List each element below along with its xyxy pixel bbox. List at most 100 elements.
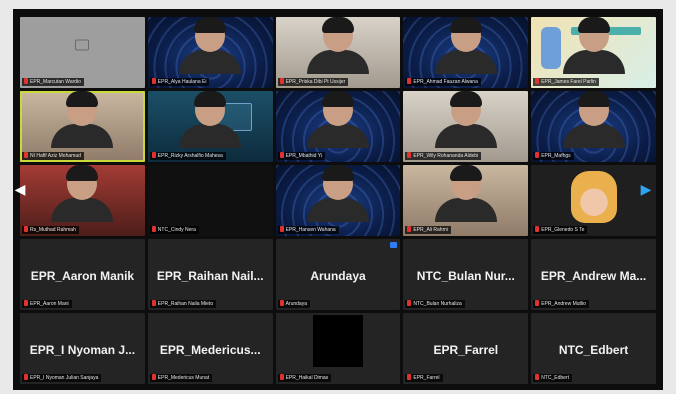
participant-video-figure [51, 165, 114, 222]
participant-tile[interactable]: EPR_Wily Rohananda Aldebi [403, 91, 529, 162]
video-figure-part [434, 124, 497, 148]
participant-tile[interactable]: NTC_Bulan Nur... NTC_Bulan Nurhaliza [403, 239, 529, 310]
participant-nameplate: EPR_James Farel Parlin [533, 78, 599, 86]
video-figure-part [449, 165, 482, 181]
participant-nameplate: EPR_Mafhgs [533, 152, 574, 160]
participant-name-label: EPR_Andrew Mutlio [541, 301, 586, 307]
participant-tile[interactable]: EPR_Haikal Dimas [275, 313, 401, 384]
muted-microphone-icon [407, 300, 412, 306]
participant-tile[interactable]: NTC_Edbert NTC_Edbert [531, 313, 656, 384]
participant-name-label: EPR_James Farel Parlin [541, 79, 596, 85]
profile-picture [570, 171, 617, 223]
video-figure-part [194, 91, 227, 107]
participant-video-figure [306, 17, 369, 74]
muted-microphone-icon [407, 78, 412, 84]
muted-microphone-icon [24, 226, 28, 232]
video-figure-part [179, 124, 242, 148]
muted-microphone-icon [407, 374, 412, 380]
participant-tile[interactable]: Arundaya Arundaya [275, 239, 401, 310]
previous-page-arrow-icon[interactable]: ◀ [14, 178, 26, 200]
video-figure-part [563, 17, 625, 52]
participant-name-label: EPR_Priska Dibi Pt Ussijer [285, 79, 346, 85]
video-figure-part [321, 17, 354, 33]
participant-tile[interactable]: EPR_Aaron Manik EPR_Aaron Mani [20, 239, 145, 310]
video-figure-part [66, 91, 99, 107]
participant-tile[interactable]: EPR_Mafhgs [531, 91, 656, 162]
participant-tile[interactable]: Rs_Muthad Rahmah [20, 165, 145, 236]
muted-microphone-icon [151, 374, 156, 380]
participant-nameplate: Rs_Muthad Rahmah [22, 226, 79, 234]
muted-microphone-icon [24, 300, 28, 306]
participant-nameplate: EPR_Mbathid Yi [277, 152, 326, 160]
participant-tile[interactable]: EPR_Hansen Wahana [275, 165, 401, 236]
participant-tile[interactable]: EPR_Glenedo S Te [531, 165, 656, 236]
video-figure-part [306, 124, 369, 148]
participant-tile[interactable]: EPR_Marcutan Wardio [20, 17, 145, 88]
participant-nameplate: EPR_Glenedo S Te [533, 226, 588, 234]
participant-name-label: Arundaya [285, 301, 307, 307]
participant-tile[interactable]: EPR_I Nyoman J... EPR_I Nyoman Julian San… [20, 313, 145, 384]
participant-nameplate: EPR_Farrel [405, 374, 443, 382]
muted-microphone-icon [279, 300, 284, 306]
participant-tile[interactable]: NTC_Cindy Nera [147, 165, 273, 236]
participant-tile[interactable]: EPR_Medericus... EPR_Medericus Munat [147, 313, 273, 384]
video-figure-part [307, 17, 369, 52]
video-figure-part [434, 198, 497, 222]
participant-tile[interactable]: EPR_James Farel Parlin [531, 17, 656, 88]
participant-name-label: EPR_Aaron Mani [30, 301, 69, 307]
participant-name-label: EPR_Haikal Dimas [285, 375, 329, 381]
participant-display-name: NTC_Edbert [558, 343, 629, 357]
participant-tile[interactable]: EPR_Rizky Arshalfio Mahesa [147, 91, 273, 162]
participant-tile[interactable]: EPR_Ali Rahmi [403, 165, 529, 236]
muted-microphone-icon [279, 226, 284, 232]
participant-tile[interactable]: EPR_Ahmad Fauzan Alwana [403, 17, 529, 88]
muted-microphone-icon [407, 226, 412, 232]
participant-gallery: EPR_Marcutan Wardio EPR_Alya Haulana Ei EP… [20, 17, 656, 384]
muted-microphone-icon [535, 152, 540, 158]
participant-display-name: EPR_Aaron Manik [30, 269, 135, 283]
video-figure-part [179, 17, 241, 52]
participant-name-label: EPR_Wily Rohananda Aldebi [413, 153, 479, 159]
muted-microphone-icon [279, 374, 284, 380]
participant-name-label: NTC_Cindy Nera [157, 227, 196, 233]
video-figure-part [435, 17, 497, 52]
participant-tile[interactable]: EPR_Alya Haulana Ei [147, 17, 273, 88]
video-figure-part [194, 17, 227, 33]
participant-tile[interactable]: EPR_Andrew Ma... EPR_Andrew Mutlio [531, 239, 656, 310]
participant-name-label: EPR_Ali Rahmi [413, 227, 448, 233]
muted-microphone-icon [279, 152, 284, 158]
muted-microphone-icon [535, 78, 540, 84]
participant-name-label: EPR_Mafhgs [541, 153, 571, 159]
participant-nameplate: EPR_I Nyoman Julian Sanjaya [22, 374, 102, 382]
participant-nameplate: EPR_Andrew Mutlio [533, 300, 589, 308]
participant-tile[interactable]: NI Hafif Aziz Mohamad [20, 91, 145, 162]
participant-display-name: EPR_Raihan Nail... [156, 269, 264, 283]
participant-nameplate: EPR_Ali Rahmi [405, 226, 451, 234]
participant-name-label: Rs_Muthad Rahmah [30, 227, 76, 233]
participant-nameplate: NTC_Edbert [533, 374, 572, 382]
participant-nameplate: EPR_Haikal Dimas [277, 374, 332, 382]
participant-tile[interactable]: EPR_Mbathid Yi [275, 91, 401, 162]
video-figure-part [562, 50, 625, 74]
muted-microphone-icon [279, 78, 284, 84]
participant-name-label: EPR_Rizky Arshalfio Mahesa [157, 153, 223, 159]
participant-name-label: EPR_Mbathid Yi [285, 153, 323, 159]
participant-nameplate: EPR_Wily Rohananda Aldebi [405, 152, 482, 160]
muted-microphone-icon [535, 300, 540, 306]
video-figure-part [434, 50, 497, 74]
video-figure-part [577, 17, 610, 33]
participant-nameplate: EPR_Aaron Mani [22, 300, 72, 308]
participant-tile[interactable]: EPR_Priska Dibi Pt Ussijer [275, 17, 401, 88]
participant-tile[interactable]: EPR_Farrel EPR_Farrel [403, 313, 529, 384]
participant-nameplate: EPR_Raihan Naila Mieto [149, 300, 217, 308]
video-conference-window: EPR_Marcutan Wardio EPR_Alya Haulana Ei EP… [13, 9, 663, 390]
participant-video-figure [179, 91, 242, 148]
cartoon-figure-graphic [541, 27, 562, 69]
participant-name-label: EPR_Farrel [413, 375, 440, 381]
next-page-arrow-icon[interactable]: ▶ [640, 178, 652, 200]
participant-nameplate: NI Hafif Aziz Mohamad [22, 152, 84, 160]
participant-nameplate: EPR_Alya Haulana Ei [149, 78, 210, 86]
participant-tile[interactable]: EPR_Raihan Nail... EPR_Raihan Naila Mieto [147, 239, 273, 310]
participant-name-label: EPR_Hansen Wahana [285, 227, 336, 233]
video-figure-part [51, 165, 113, 200]
